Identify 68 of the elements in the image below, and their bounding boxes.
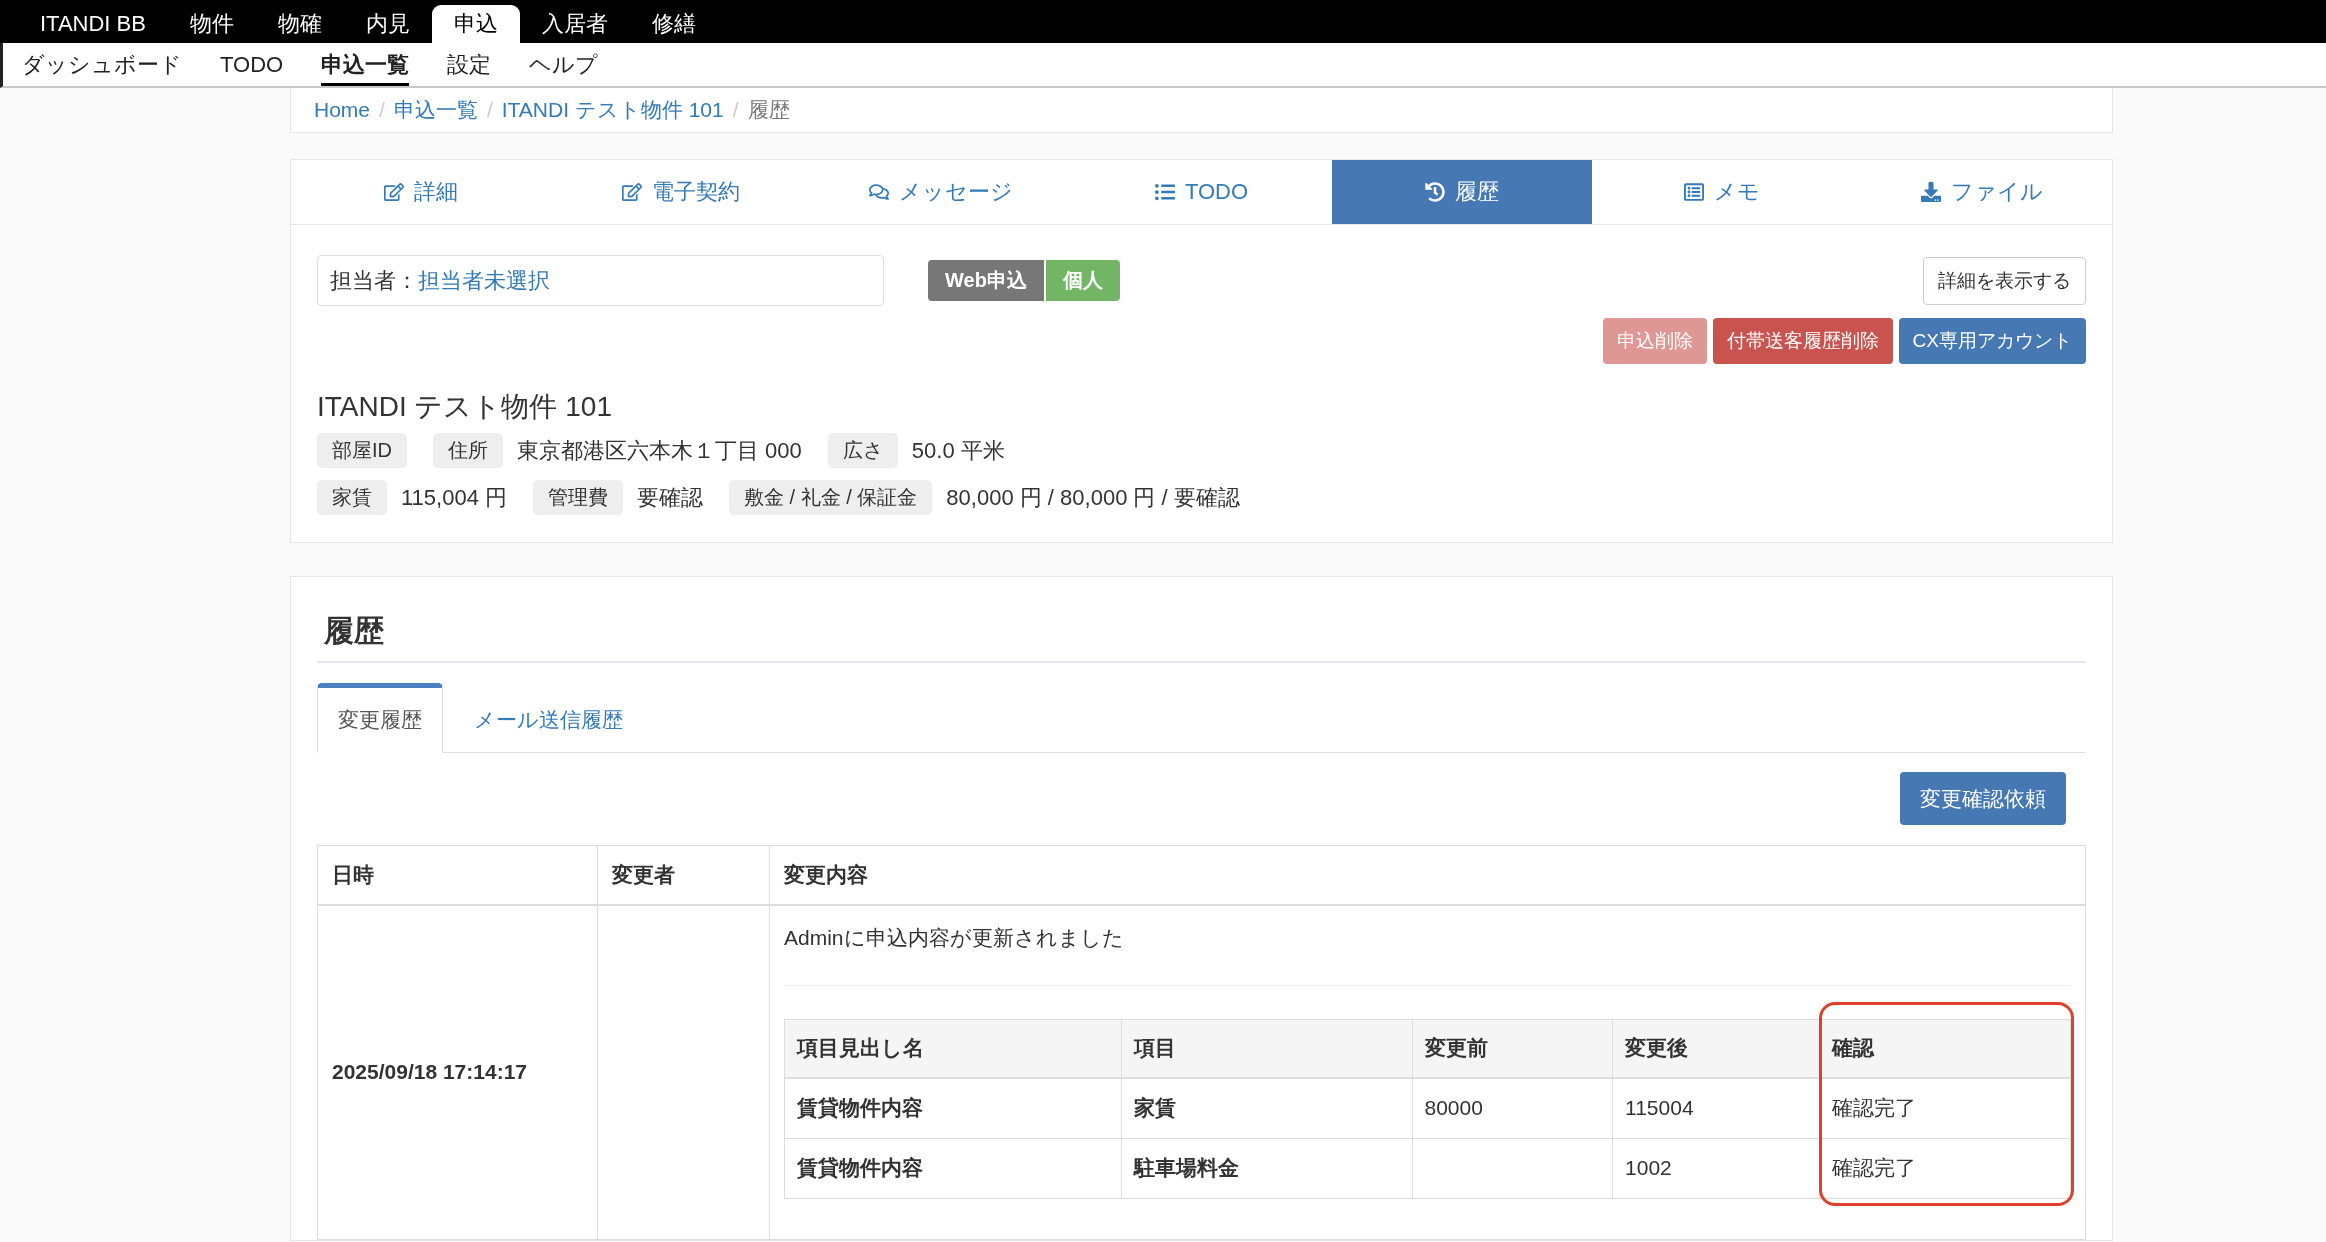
table-cell: 80000 (1424, 1096, 1483, 1120)
table-header: 変更者 (597, 845, 770, 905)
download-icon (1920, 182, 1941, 202)
breadcrumb-link[interactable]: ITANDI テスト物件 101 (501, 96, 724, 124)
history-tab[interactable]: 変更履歴 (317, 683, 443, 753)
list-icon (1154, 182, 1175, 202)
table-cell: 確認完了 (1831, 1156, 1916, 1179)
sub-nav-item[interactable]: TODO (220, 43, 284, 86)
table-cell: 駐車場料金 (1134, 1156, 1240, 1179)
comments-icon (869, 182, 890, 202)
field-value: 80,000 円 / 80,000 円 / 要確認 (946, 483, 1240, 512)
breadcrumb-separator: / (378, 98, 386, 122)
sub-nav-item[interactable]: 設定 (447, 43, 492, 86)
table-cell: 賃貸物件内容 (797, 1156, 923, 1179)
top-nav-item[interactable]: 入居者 (519, 5, 630, 43)
table-cell: 115004 (1625, 1096, 1694, 1120)
action-button[interactable]: 付帯送客履歴削除 (1712, 318, 1893, 364)
table-header: 項目見出し名 (784, 1019, 1122, 1078)
request-button[interactable]: 変更確認依頼 (1900, 772, 2066, 825)
field-label: 敷金 / 礼金 / 保証金 (729, 480, 933, 515)
edit-icon (622, 182, 643, 202)
details-button[interactable]: 詳細を表示する (1923, 256, 2086, 305)
top-nav-item[interactable]: 物件 (167, 5, 256, 43)
breadcrumb-current: 履歴 (747, 97, 790, 123)
list-box-icon (1683, 182, 1704, 202)
type-badge: Web申込 (928, 260, 1044, 301)
field-label: 家賃 (317, 480, 387, 515)
table-header: 確認 (1819, 1019, 2071, 1078)
field-value: 東京都港区六本木１丁目 000 (517, 436, 802, 465)
property-title: ITANDI テスト物件 101 (317, 391, 613, 423)
field-value: 115,004 円 (401, 483, 507, 512)
top-nav-item[interactable]: 申込 (431, 5, 520, 43)
table-cell: 賃貸物件内容 (797, 1096, 923, 1120)
table-cell: 確認完了 (1831, 1096, 1916, 1120)
type-badge: 個人 (1045, 260, 1120, 301)
breadcrumb-separator: / (731, 98, 740, 122)
sub-nav-item[interactable]: ダッシュボード (22, 43, 182, 86)
message-text: Adminに申込内容が更新されました (784, 924, 1125, 951)
field-label: 管理費 (533, 480, 623, 515)
action-button[interactable]: CX専用アカウント (1898, 318, 2086, 364)
history-tab[interactable]: メール送信履歴 (453, 683, 644, 753)
field-value: 要確認 (637, 483, 703, 512)
breadcrumb-link[interactable]: 申込一覧 (393, 96, 478, 124)
table-header: 項目 (1121, 1019, 1412, 1078)
table-header: 変更後 (1612, 1019, 1820, 1078)
breadcrumb-link[interactable]: Home (314, 98, 371, 122)
breadcrumb-separator: / (485, 98, 494, 122)
field-label: 部屋ID (317, 433, 407, 468)
top-nav-item[interactable]: 内見 (343, 5, 432, 43)
tab[interactable]: 履歴 (1331, 160, 1592, 224)
table-header: 日時 (317, 845, 598, 905)
history-icon (1424, 182, 1445, 202)
assignee-link[interactable]: 担当者未選択 (418, 265, 550, 296)
field-label: 広さ (827, 433, 898, 468)
sub-nav-item[interactable]: ヘルプ (529, 43, 599, 86)
table-cell: 1002 (1625, 1156, 1672, 1179)
top-nav-item[interactable]: 物確 (255, 5, 344, 43)
edit-icon (384, 182, 405, 202)
table-header: 変更前 (1412, 1019, 1613, 1078)
table-cell: 家賃 (1134, 1096, 1177, 1120)
table-header: 変更内容 (769, 845, 2086, 905)
top-nav-item[interactable]: 修繕 (629, 5, 718, 43)
assignee-label: 担当者： (330, 266, 418, 295)
date-cell: 2025/09/18 17:14:17 (317, 904, 598, 1239)
field-value: 50.0 平米 (911, 436, 1005, 465)
field-label: 住所 (433, 433, 503, 468)
brand-link[interactable]: ITANDI BB (18, 5, 168, 43)
section-heading: 履歴 (317, 577, 2086, 663)
